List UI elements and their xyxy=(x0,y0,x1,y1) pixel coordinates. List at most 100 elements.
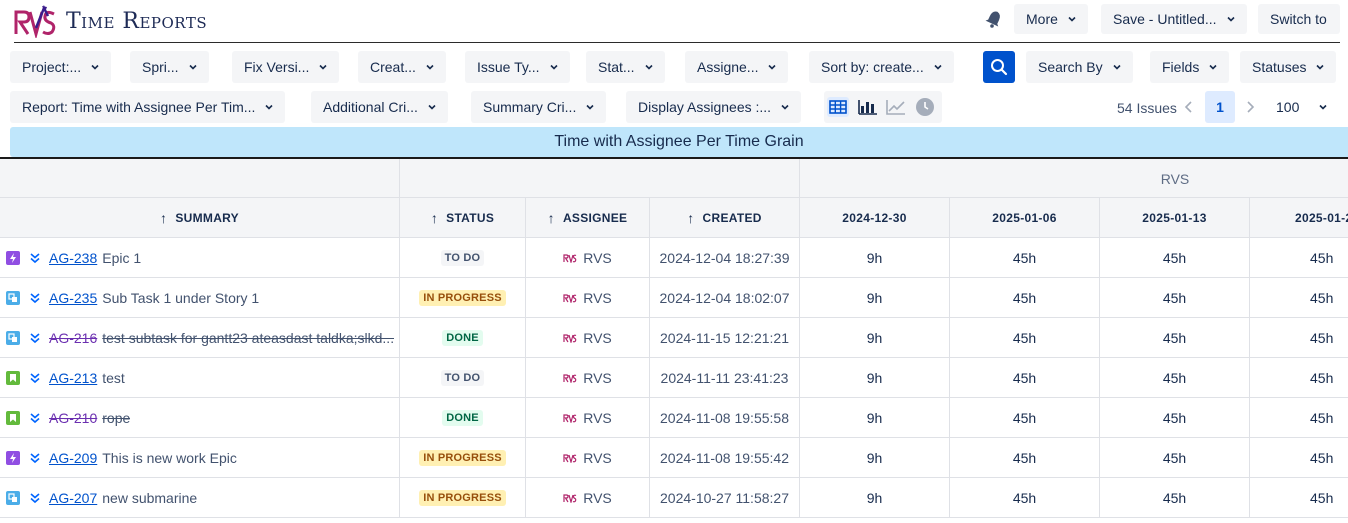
page-button-current[interactable]: 1 xyxy=(1205,91,1235,123)
fields-dropdown[interactable]: Fields xyxy=(1150,51,1230,83)
chevron-down-icon xyxy=(1113,63,1121,71)
issue-type-story-icon xyxy=(6,371,20,385)
priority-lowest-icon xyxy=(30,413,40,424)
status-cell: TO DO xyxy=(400,238,526,278)
filter-issue-type[interactable]: Issue Ty... xyxy=(465,51,570,83)
column-header-created[interactable]: ↑ CREATED xyxy=(650,198,800,238)
more-button[interactable]: More xyxy=(1014,4,1088,34)
time-cell: 45h xyxy=(1100,478,1250,518)
filter-assignee[interactable]: Assigne... xyxy=(685,51,789,83)
filter-sprint[interactable]: Spri... xyxy=(130,51,209,83)
column-header-week: 2025-01-13 xyxy=(1100,198,1250,238)
time-cell: 45h xyxy=(1100,398,1250,438)
assignee-cell: RVS xyxy=(526,238,650,278)
chevron-down-icon xyxy=(426,63,434,71)
save-button[interactable]: Save - Untitled... xyxy=(1101,4,1247,34)
bar-chart-icon[interactable] xyxy=(857,97,879,117)
sort-by-dropdown[interactable]: Sort by: create... xyxy=(809,51,954,83)
display-assignees-label: Display Assignees :... xyxy=(638,99,772,115)
summary-criteria-dropdown[interactable]: Summary Cri... xyxy=(471,91,607,123)
priority-lowest-icon xyxy=(30,333,40,344)
column-header-summary[interactable]: ↑ SUMMARY xyxy=(0,198,400,238)
filter-fix-version[interactable]: Fix Versi... xyxy=(232,51,340,83)
status-cell: DONE xyxy=(400,318,526,358)
page-size-select[interactable]: 100 xyxy=(1264,91,1339,123)
status-cell: DONE xyxy=(400,398,526,438)
issue-type-subtask-icon xyxy=(6,491,20,505)
issue-key-link[interactable]: AG-210 xyxy=(49,410,97,426)
assignee-cell: RVS xyxy=(526,318,650,358)
filter-issue-type-label: Issue Ty... xyxy=(477,59,540,75)
issue-summary: rope xyxy=(102,410,131,426)
priority-lowest-icon xyxy=(30,253,40,264)
statuses-dropdown[interactable]: Statuses xyxy=(1240,51,1337,83)
filter-status[interactable]: Stat... xyxy=(586,51,665,83)
filter-project[interactable]: Project:... xyxy=(10,51,112,83)
assignee-name: RVS xyxy=(583,250,612,266)
time-cell: 45h xyxy=(950,438,1100,478)
time-cell: 45h xyxy=(1250,398,1348,438)
group-cell-empty xyxy=(0,159,400,198)
chevron-down-icon xyxy=(645,63,653,71)
assignee-cell: RVS xyxy=(526,478,650,518)
chevron-right-icon[interactable] xyxy=(1244,99,1256,115)
priority-lowest-icon xyxy=(30,373,40,384)
issue-type-subtask-icon xyxy=(6,331,20,345)
time-cell: 45h xyxy=(1250,278,1348,318)
more-button-label: More xyxy=(1026,11,1058,27)
issue-summary: new submarine xyxy=(102,490,198,506)
search-by-label: Search By xyxy=(1038,59,1103,75)
search-button[interactable] xyxy=(983,51,1015,83)
filter-sprint-label: Spri... xyxy=(142,59,179,75)
status-badge: IN PROGRESS xyxy=(419,490,506,506)
search-by-dropdown[interactable]: Search By xyxy=(1026,51,1133,83)
table-view-icon[interactable] xyxy=(827,97,849,117)
additional-criteria-dropdown[interactable]: Additional Cri... xyxy=(311,91,448,123)
sort-arrow-icon: ↑ xyxy=(160,210,168,226)
column-header-row: ↑ SUMMARY ↑ STATUS ↑ ASSIGNEE ↑ CREATED … xyxy=(0,198,1348,238)
created-cell: 2024-11-08 19:55:42 xyxy=(650,438,800,478)
fields-label: Fields xyxy=(1162,59,1200,75)
save-button-label: Save - Untitled... xyxy=(1113,11,1217,27)
time-cell: 45h xyxy=(1100,438,1250,478)
chevron-down-icon xyxy=(781,103,789,111)
time-cell: 45h xyxy=(1250,358,1348,398)
created-cell: 2024-11-11 23:41:23 xyxy=(650,358,800,398)
column-header-summary-label: SUMMARY xyxy=(175,211,239,225)
time-cell: 9h xyxy=(800,318,950,358)
bell-icon[interactable] xyxy=(984,9,1004,29)
column-header-status-label: STATUS xyxy=(446,211,495,225)
display-assignees-dropdown[interactable]: Display Assignees :... xyxy=(626,91,802,123)
report-type-dropdown[interactable]: Report: Time with Assignee Per Tim... xyxy=(10,91,286,123)
chevron-down-icon xyxy=(319,63,327,71)
chevron-down-icon xyxy=(586,103,594,111)
issue-key-link[interactable]: AG-207 xyxy=(49,490,97,506)
issue-key-link[interactable]: AG-213 xyxy=(49,370,97,386)
time-cell: 9h xyxy=(800,438,950,478)
created-cell: 2024-10-27 11:58:27 xyxy=(650,478,800,518)
issue-summary: test xyxy=(102,370,125,386)
table-row: AG-210 rope DONE RVS 2024-11-08 19:55:58 9h 45… xyxy=(0,398,1348,438)
filter-created[interactable]: Creat... xyxy=(358,51,446,83)
time-cell: 45h xyxy=(1100,278,1250,318)
chevron-down-icon xyxy=(1068,15,1076,23)
column-header-status[interactable]: ↑ STATUS xyxy=(400,198,526,238)
filter-project-label: Project:... xyxy=(22,59,82,75)
issue-key-link[interactable]: AG-209 xyxy=(49,450,97,466)
chevron-left-icon[interactable] xyxy=(1183,99,1195,115)
created-cell: 2024-11-15 12:21:21 xyxy=(650,318,800,358)
issue-key-link[interactable]: AG-235 xyxy=(49,290,97,306)
time-cell: 45h xyxy=(950,318,1100,358)
sort-arrow-icon: ↑ xyxy=(430,210,439,226)
time-cell: 45h xyxy=(1100,318,1250,358)
column-header-assignee[interactable]: ↑ ASSIGNEE xyxy=(526,198,650,238)
clock-icon[interactable] xyxy=(914,97,936,117)
assignee-name: RVS xyxy=(583,450,612,466)
assignee-name: RVS xyxy=(583,330,612,346)
line-chart-icon[interactable] xyxy=(885,97,907,117)
column-header-created-label: CREATED xyxy=(702,211,762,225)
switch-to-button[interactable]: Switch to xyxy=(1258,4,1340,34)
issue-key-link[interactable]: AG-216 xyxy=(49,330,97,346)
chevron-down-icon xyxy=(1226,15,1235,23)
issue-key-link[interactable]: AG-238 xyxy=(49,250,97,266)
